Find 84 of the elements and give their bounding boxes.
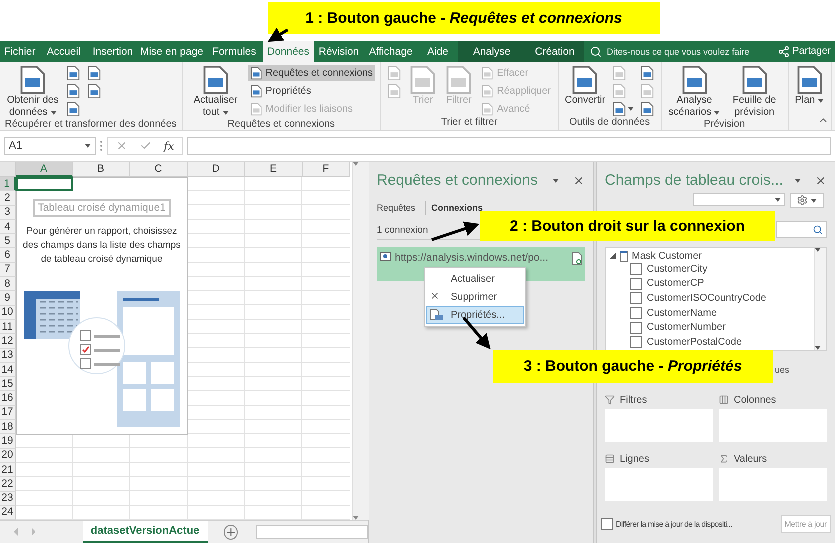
ribbon-button[interactable]: Requêtes et connexions	[248, 65, 376, 81]
column-header[interactable]: C	[130, 162, 188, 177]
row-header[interactable]: 11	[0, 320, 16, 334]
field-label: CustomerName	[647, 308, 718, 319]
ribbon-tab[interactable]: Analyse	[458, 41, 526, 62]
field-label: CustomerISOCountryCode	[647, 292, 766, 304]
column-header[interactable]: E	[245, 162, 303, 177]
row-header[interactable]: 12	[0, 334, 16, 349]
ribbon-tab[interactable]: Création	[526, 41, 584, 62]
ribbon-button[interactable]: Actualiser tout	[188, 65, 244, 119]
ribbon-tab[interactable]: Accueil	[40, 41, 88, 62]
pane-tab[interactable]: Requêtes	[377, 203, 421, 213]
row-header[interactable]: 3	[0, 206, 16, 220]
row-header[interactable]: 24	[0, 506, 16, 520]
ribbon-button[interactable]: Plan	[794, 65, 826, 107]
row-header[interactable]: 1	[0, 177, 16, 192]
table-node[interactable]: Mask Customer	[610, 250, 810, 262]
group-label: Trier et filtrer	[440, 117, 499, 130]
ribbon-tab[interactable]: Affichage	[364, 41, 418, 62]
ribbon-button[interactable]: Feuille de prévision	[726, 65, 783, 119]
field-label: CustomerNumber	[647, 322, 726, 334]
menu-item[interactable]: Supprimer	[426, 288, 524, 306]
row-header[interactable]: 20	[0, 448, 16, 463]
group-label: Requêtes et connexions	[226, 119, 336, 130]
group-label: Prévision	[703, 119, 746, 130]
pivot-instructions: Pour générer un rapport, choisissez des champs dans la liste des champs de tableau croisé dynamique	[22, 225, 182, 267]
ribbon-tab[interactable]: Révision	[314, 41, 364, 62]
row-header[interactable]: 4	[0, 220, 16, 234]
field-label: CustomerCP	[647, 278, 704, 290]
ribbon-button[interactable]: Obtenir des données	[5, 65, 61, 119]
ribbon-button[interactable]: Analyse scénarios	[666, 65, 723, 119]
name-box[interactable]: A1	[4, 137, 96, 155]
row-header[interactable]: 8	[0, 277, 16, 292]
ribbon-tab[interactable]: Aide	[418, 41, 458, 62]
row-header[interactable]: 17	[0, 406, 16, 420]
row-header[interactable]: 16	[0, 391, 16, 406]
row-header[interactable]: 19	[0, 434, 16, 449]
table-name: Mask Customer	[632, 250, 702, 262]
defer-label: Différer la mise à jour de la dispositi...	[616, 520, 732, 528]
row-header[interactable]: 7	[0, 262, 16, 278]
ribbon-button[interactable]: Propriétés	[248, 83, 376, 99]
row-header[interactable]: 14	[0, 362, 16, 378]
ribbon-tab[interactable]: Formules	[206, 41, 263, 62]
row-header[interactable]: 21	[0, 462, 16, 478]
row-header[interactable]: 23	[0, 492, 16, 506]
ribbon-tab[interactable]: Mise en page	[138, 41, 206, 62]
row-header[interactable]: 10	[0, 306, 16, 320]
row-header[interactable]: 6	[0, 248, 16, 263]
column-header[interactable]: B	[73, 162, 130, 177]
row-header[interactable]: 13	[0, 348, 16, 363]
insert-function-button[interactable]: fx	[164, 140, 174, 152]
field-label: CustomerPostalCode	[647, 336, 742, 348]
row-header[interactable]: 9	[0, 291, 16, 306]
area-label: Valeurs	[734, 454, 768, 464]
ribbon-button[interactable]: Convertir	[564, 65, 607, 107]
row-header[interactable]: 22	[0, 477, 16, 492]
share-button[interactable]: Partager	[778, 41, 835, 62]
callout-label: 3 : Bouton gauche - Propriétés	[493, 350, 773, 383]
ribbon-tab[interactable]: Données	[263, 41, 314, 62]
column-header[interactable]: F	[303, 162, 350, 177]
field-label: CustomerCity	[647, 264, 708, 275]
sheet-tab[interactable]: datasetVersionActue	[82, 521, 208, 543]
callout-label: 1 : Bouton gauche - Requêtes et connexions	[268, 2, 660, 34]
menu-item[interactable]: Propriétés...	[426, 306, 524, 324]
row-header[interactable]: 2	[0, 191, 16, 206]
area-label: Lignes	[620, 454, 650, 464]
pane-title: Champs de tableau crois...	[605, 172, 784, 189]
row-header[interactable]: 15	[0, 377, 16, 392]
group-label: Outils de données	[568, 117, 652, 130]
pane-tab[interactable]: Connexions	[432, 203, 488, 213]
row-header[interactable]: 18	[0, 420, 16, 434]
callout-label: 2 : Bouton droit sur la connexion	[480, 211, 775, 241]
area-label: Colonnes	[734, 394, 776, 406]
area-label: Filtres	[620, 394, 648, 406]
column-header[interactable]: D	[188, 162, 245, 177]
hint-text: ues	[775, 365, 790, 375]
ribbon-tab[interactable]: Insertion	[88, 41, 138, 62]
ribbon-tab[interactable]: Fichier	[0, 41, 40, 62]
pane-title: Requêtes et connexions	[377, 172, 538, 189]
row-header[interactable]: 5	[0, 234, 16, 248]
pivot-table-title: Tableau croisé dynamique1	[33, 199, 171, 217]
group-label: Récupérer et transformer des données	[5, 119, 177, 130]
tell-me-search[interactable]: Dites-nous ce que vous voulez faire	[584, 41, 778, 62]
column-header[interactable]: A	[16, 162, 73, 177]
